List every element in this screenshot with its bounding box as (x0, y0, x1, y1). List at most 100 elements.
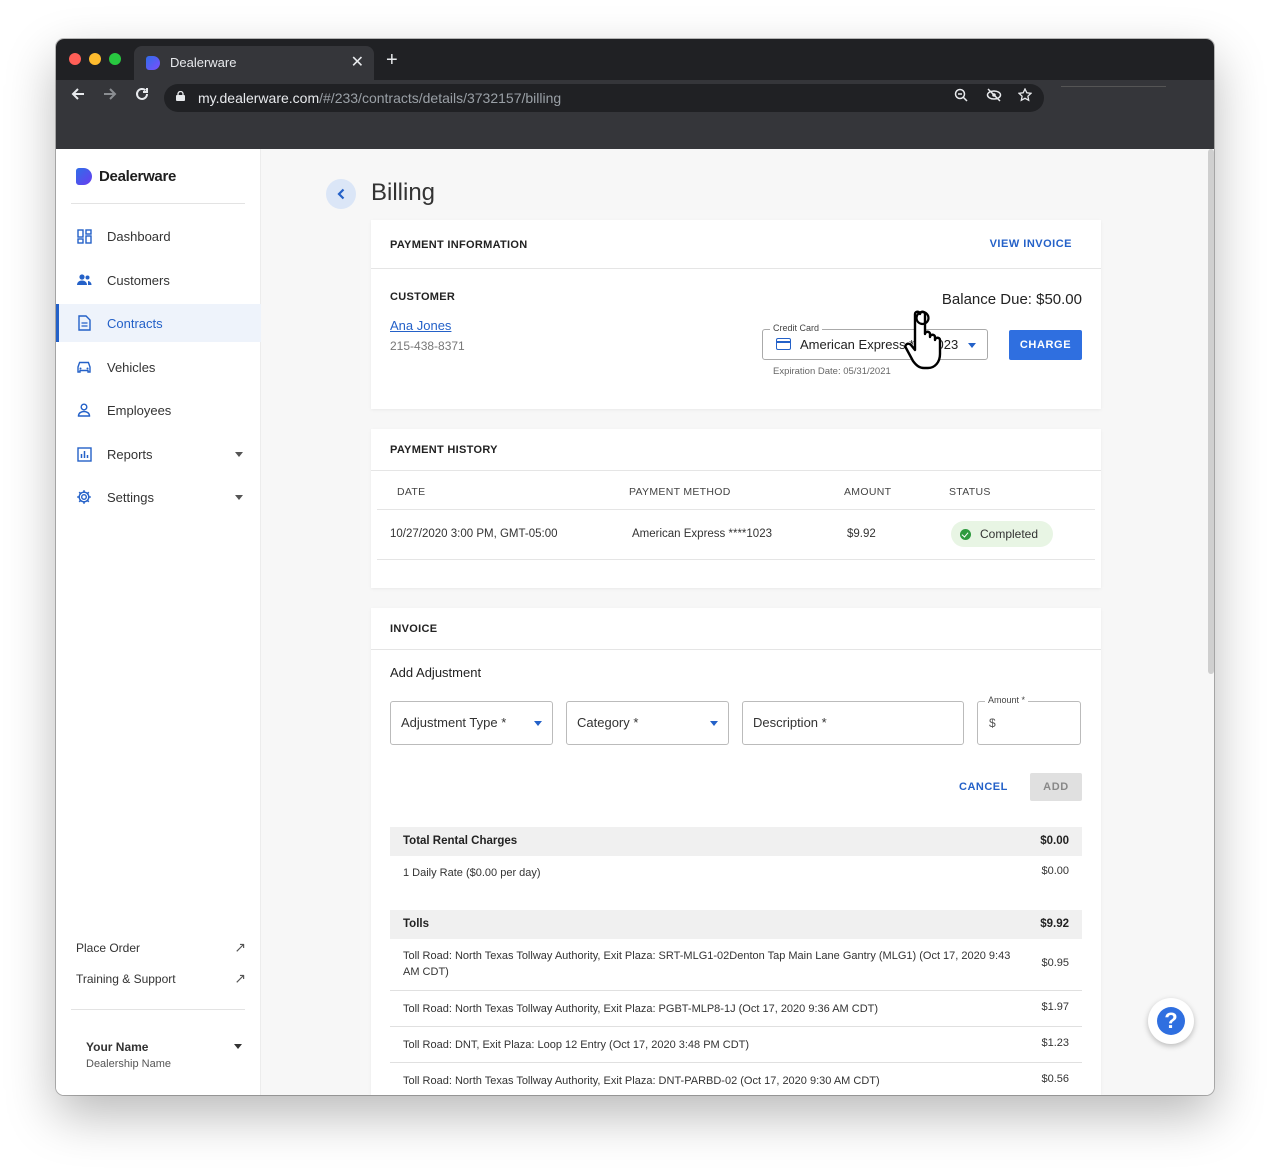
customer-name-link[interactable]: Ana Jones (390, 318, 451, 333)
expiration-date: Expiration Date: 05/31/2021 (773, 366, 891, 377)
tab-close-icon[interactable]: ✕ (351, 52, 364, 72)
balance-due: Balance Due: $50.00 (941, 291, 1082, 308)
view-invoice-button[interactable]: VIEW INVOICE (990, 238, 1072, 250)
payment-information-card: PAYMENT INFORMATION VIEW INVOICE CUSTOME… (371, 220, 1101, 409)
zoom-out-icon[interactable] (954, 88, 968, 105)
external-arrow-icon: ↗ (234, 939, 246, 955)
user-name[interactable]: Your Name (86, 1040, 148, 1054)
divider (377, 559, 1095, 560)
star-icon[interactable] (1017, 87, 1033, 105)
page-title: Billing (371, 179, 436, 206)
browser-tab[interactable]: Dealerware ✕ (134, 46, 374, 80)
charge-amount: $0.00 (1041, 865, 1069, 877)
sidebar-item-reports[interactable]: Reports (56, 435, 261, 473)
amount-input[interactable]: Amount * $ (977, 695, 1081, 745)
section-amount: $9.92 (1040, 918, 1069, 930)
section-amount: $0.00 (1040, 835, 1069, 847)
dashboard-icon (76, 228, 92, 244)
sidebar-item-label: Vehicles (107, 359, 156, 375)
customer-label: CUSTOMER (390, 291, 456, 303)
sidebar-item-label: Dashboard (107, 228, 171, 244)
user-menu-chevron-down-icon[interactable] (234, 1044, 242, 1049)
sidebar-item-label: Contracts (107, 315, 163, 331)
charge-button[interactable]: CHARGE (1009, 330, 1082, 360)
help-button[interactable]: ? (1148, 998, 1194, 1044)
description-input[interactable]: Description * (742, 701, 964, 745)
card-title: PAYMENT INFORMATION (390, 239, 528, 251)
section-label: Tolls (403, 918, 429, 930)
sidebar-item-label: Settings (107, 489, 154, 505)
sidebar-item-contracts[interactable]: Contracts (56, 304, 261, 342)
zoom-window-button[interactable] (109, 53, 121, 65)
minimize-window-button[interactable] (89, 53, 101, 65)
section-label: Total Rental Charges (403, 835, 518, 847)
charge-row: Toll Road: DNT, Exit Plaza: Loop 12 Entr… (390, 1027, 1082, 1063)
status-text: Completed (980, 527, 1039, 541)
charge-row: Toll Road: North Texas Tollway Authority… (390, 1063, 1082, 1095)
charge-row: Toll Road: North Texas Tollway Authority… (390, 939, 1082, 991)
adjustment-type-select[interactable]: Adjustment Type * (390, 701, 553, 745)
cancel-button[interactable]: CANCEL (959, 781, 1008, 793)
charge-label: Toll Road: North Texas Tollway Authority… (403, 950, 1011, 978)
sidebar-item-vehicles[interactable]: Vehicles (56, 348, 261, 386)
eye-off-icon[interactable] (986, 88, 1002, 105)
car-icon (76, 359, 92, 375)
address-bar[interactable]: my.dealerware.com/#/233/contracts/detail… (164, 84, 1044, 112)
customer-phone: 215-438-8371 (390, 339, 465, 353)
chevron-down-icon (534, 721, 542, 726)
browser-window: Dealerware ✕ + my.dealerware.com/#/233/c… (56, 39, 1214, 1095)
question-mark-icon: ? (1157, 1007, 1185, 1035)
credit-card-select[interactable]: Credit Card American Express ****1023 (762, 323, 988, 360)
sidebar-item-dashboard[interactable]: Dashboard (56, 217, 261, 255)
card-title: PAYMENT HISTORY (390, 444, 498, 456)
charge-label: Toll Road: North Texas Tollway Authority… (403, 1075, 880, 1087)
status-badge: Completed (951, 521, 1053, 547)
app-viewport: Dealerware Dashboard Customers Contracts… (56, 149, 1214, 1095)
payment-date: 10/27/2020 3:00 PM, GMT-05:00 (390, 528, 558, 540)
charge-row: 1 Daily Rate ($0.00 per day) $0.00 (390, 856, 1082, 890)
close-window-button[interactable] (69, 53, 81, 65)
card-title: INVOICE (390, 623, 438, 635)
payment-history-card: PAYMENT HISTORY DATE PAYMENT METHOD AMOU… (371, 429, 1101, 588)
charge-label: Toll Road: DNT, Exit Plaza: Loop 12 Entr… (403, 1039, 750, 1051)
divider (377, 509, 1095, 510)
brand-logo[interactable]: Dealerware (76, 166, 176, 186)
browser-titlebar: Dealerware ✕ + (56, 39, 1214, 80)
reload-icon[interactable] (134, 86, 150, 107)
charge-amount: $1.23 (1041, 1037, 1069, 1049)
divider (71, 203, 245, 204)
column-header-amount: AMOUNT (844, 486, 892, 498)
new-tab-button[interactable]: + (386, 49, 398, 72)
forward-arrow-icon[interactable] (102, 86, 118, 107)
add-button[interactable]: ADD (1030, 773, 1082, 801)
lock-icon (176, 91, 185, 101)
sidebar-item-customers[interactable]: Customers (56, 261, 261, 299)
card-header: INVOICE (371, 608, 1101, 650)
chevron-down-icon[interactable] (235, 452, 243, 457)
url-text: my.dealerware.com/#/233/contracts/detail… (198, 90, 562, 106)
chevron-down-icon (710, 721, 718, 726)
place-order-link[interactable]: Place Order ↗ (76, 939, 246, 955)
place-order-label: Place Order (76, 941, 141, 955)
credit-card-icon (776, 338, 791, 350)
sidebar-item-settings[interactable]: Settings (56, 478, 261, 516)
description-label: Description * (753, 715, 827, 730)
browser-toolbar: my.dealerware.com/#/233/contracts/detail… (56, 80, 1214, 116)
sidebar-item-label: Reports (107, 446, 153, 462)
category-label: Category * (577, 715, 639, 730)
person-icon (76, 402, 92, 418)
training-support-link[interactable]: Training & Support ↗ (76, 970, 246, 986)
sidebar-item-employees[interactable]: Employees (56, 391, 261, 429)
scrollbar[interactable] (1208, 149, 1214, 674)
bar-chart-icon (76, 446, 92, 462)
charge-amount: $0.56 (1041, 1073, 1069, 1085)
payment-method: American Express ****1023 (632, 528, 772, 540)
column-header-payment-method: PAYMENT METHOD (629, 486, 731, 498)
card-header: PAYMENT HISTORY (371, 429, 1101, 471)
amount-label: Amount * (985, 695, 1029, 705)
back-arrow-icon[interactable] (70, 86, 86, 107)
category-select[interactable]: Category * (566, 701, 729, 745)
payment-amount: $9.92 (847, 528, 876, 540)
chevron-down-icon[interactable] (235, 495, 243, 500)
back-button[interactable] (326, 179, 356, 209)
